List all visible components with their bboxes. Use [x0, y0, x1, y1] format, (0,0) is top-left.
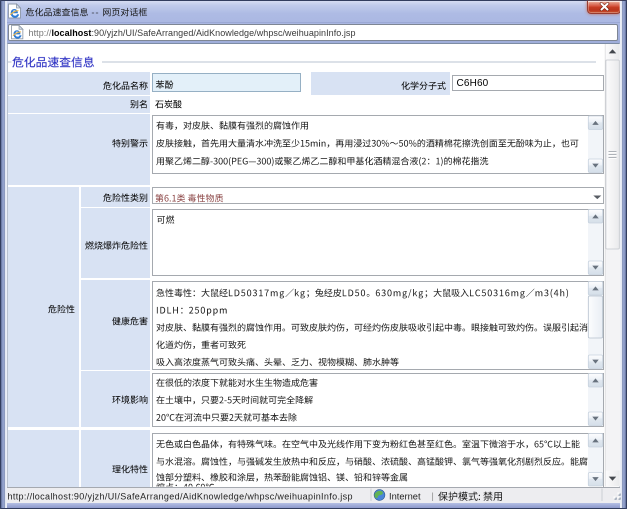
svg-text:C6H60: C6H60 — [457, 78, 489, 89]
svg-text:http://localhost:90/yjzh/UI/Sa: http://localhost:90/yjzh/UI/SafeArranged… — [29, 28, 356, 38]
svg-text:|: | — [432, 491, 434, 501]
svg-text:http://localhost:90/yjzh/UI/Sa: http://localhost:90/yjzh/UI/SafeArranged… — [8, 492, 353, 502]
svg-text:Internet: Internet — [389, 492, 421, 502]
